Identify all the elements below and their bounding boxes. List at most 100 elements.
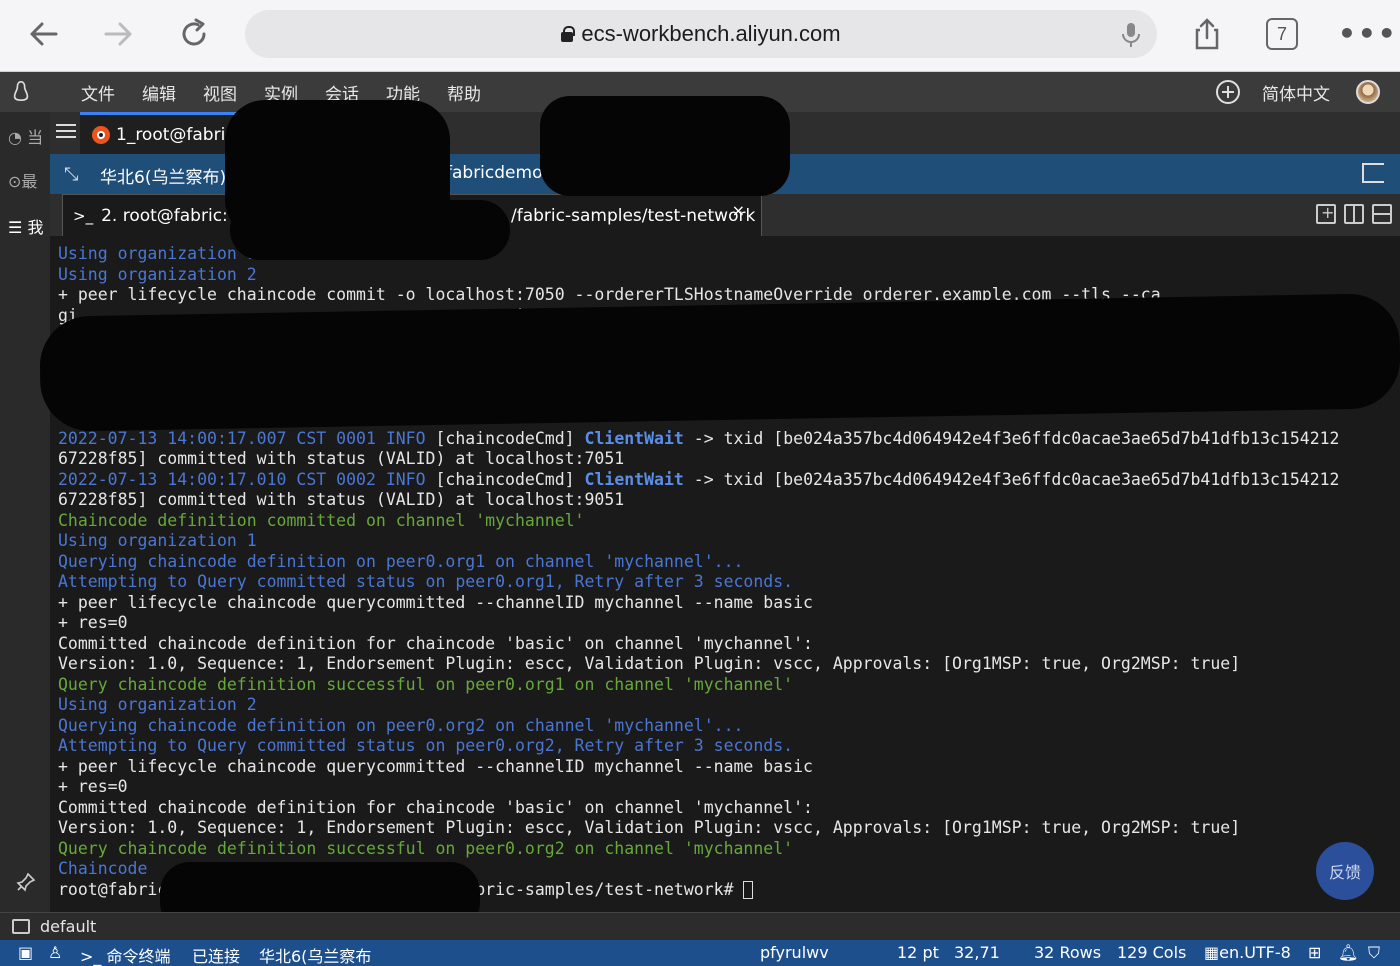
sidebar-item-label: 最: [21, 172, 38, 191]
sidebar-item-label: 我: [27, 218, 44, 237]
split-horizontal-icon[interactable]: [1372, 204, 1392, 224]
terminal-text: Using organization 2: [58, 264, 257, 284]
terminal-line: Version: 1.0, Sequence: 1, Endorsement P…: [58, 654, 1340, 675]
exit-icon[interactable]: [1362, 163, 1384, 183]
language-selector[interactable]: 简体中文: [1262, 80, 1330, 105]
forward-button[interactable]: [98, 14, 138, 54]
terminal-line: 2022-07-13 14:00:17.010 CST 0002 INFO [c…: [58, 470, 1340, 491]
close-icon[interactable]: ×: [732, 201, 745, 220]
split-vertical-icon[interactable]: [1344, 204, 1364, 224]
instance-name: fabricdemo: [446, 163, 543, 183]
session-tab-label: 1_root@fabric: [116, 124, 235, 145]
terminal-segment: ClientWait: [584, 469, 684, 489]
sidebar-item-current[interactable]: ◔ 当: [8, 124, 50, 148]
back-arrow-icon: [30, 22, 58, 46]
new-pane-icon[interactable]: [1316, 203, 1336, 224]
shell-prompt: root@fabric: [58, 879, 168, 899]
terminal-text: Attempting to Query committed status on …: [58, 572, 794, 591]
terminal-text: Committed chaincode definition for chain…: [58, 633, 813, 653]
terminal-line: Query chaincode definition successful on…: [58, 839, 1340, 860]
split-controls: [1316, 203, 1392, 224]
grid-icon[interactable]: ⊞: [1308, 943, 1321, 962]
fullscreen-icon[interactable]: ⤡: [64, 164, 78, 185]
chat-icon: ⊙: [8, 172, 22, 191]
terminal-text: Using organization 2: [58, 695, 257, 714]
terminal-text: Query chaincode definition successful on…: [58, 838, 794, 858]
reload-icon: [182, 18, 206, 46]
microphone-icon[interactable]: [1119, 22, 1143, 48]
url-text: ecs-workbench.aliyun.com: [581, 21, 841, 46]
terminal-segment: [chaincodeCmd]: [435, 428, 585, 448]
lock-icon: [561, 26, 576, 42]
terminal-text: + res=0: [58, 613, 128, 632]
cursor-position: 32,71: [954, 943, 1000, 962]
status-bar: ▣ ♙ >_ 命令终端 已连接 华北6(乌兰察布 pfyrulwv 12 pt …: [0, 940, 1400, 966]
terminal-tab-label: 2. root@fabric:: [101, 205, 228, 226]
clock-icon: ◔: [8, 128, 22, 147]
host-status: pfyrulwv: [760, 943, 829, 962]
forward-arrow-icon: [104, 22, 132, 46]
terminal-segment: -> txid [be024a357bc4d064942e4f3e6ffdc0a…: [683, 428, 1340, 448]
tab-count-button[interactable]: 7: [1266, 18, 1298, 50]
menu-view[interactable]: 视图: [203, 80, 237, 105]
terminal-text: 67228f85] committed with status (VALID) …: [58, 490, 625, 509]
share-icon: [1195, 18, 1219, 50]
share-button[interactable]: [1187, 14, 1227, 54]
menu-help[interactable]: 帮助: [447, 80, 481, 105]
terminal-segment: [chaincodeCmd]: [435, 469, 585, 489]
address-bar[interactable]: ecs-workbench.aliyun.com: [245, 10, 1157, 58]
terminal-line: + peer lifecycle chaincode querycommitte…: [58, 757, 1340, 778]
terminal-line: + res=0: [58, 613, 1340, 634]
instance-region: 华北6(乌兰察布): [100, 168, 227, 188]
terminal-text: Query chaincode definition successful on…: [58, 674, 794, 694]
terminal-line: Committed chaincode definition for chain…: [58, 634, 1340, 655]
back-button[interactable]: [24, 14, 64, 54]
terminal-line: Attempting to Query committed status on …: [58, 572, 1340, 593]
profile-label[interactable]: default: [40, 917, 96, 936]
terminal-text: 67228f85] committed with status (VALID) …: [58, 449, 625, 468]
terminal-line: 67228f85] committed with status (VALID) …: [58, 490, 1340, 511]
window-icon[interactable]: ▣: [18, 943, 33, 962]
terminal-text: Attempting to Query committed status on …: [58, 736, 794, 755]
encoding-status[interactable]: ▦en.UTF-8: [1204, 943, 1291, 962]
redaction-mask: [39, 293, 1400, 432]
add-circle-icon[interactable]: [1216, 80, 1240, 104]
terminal-text: + peer lifecycle chaincode querycommitte…: [58, 592, 813, 612]
more-menu-icon[interactable]: •••: [1338, 20, 1398, 48]
ubuntu-icon: [92, 125, 110, 144]
connection-status: 已连接: [192, 947, 241, 966]
sidebar-item-mine[interactable]: ☰ 我: [8, 214, 50, 238]
cols-status: 129 Cols: [1117, 943, 1187, 962]
terminal-segment: ClientWait: [584, 428, 684, 448]
menu-edit[interactable]: 编辑: [142, 80, 176, 105]
terminal-line: Using organization 2: [58, 695, 1340, 716]
terminal-line: Querying chaincode definition on peer0.o…: [58, 552, 1340, 573]
terminal-line: Chaincode definition committed on channe…: [58, 511, 1340, 532]
menu-file[interactable]: 文件: [81, 80, 115, 105]
terminal-text: Version: 1.0, Sequence: 1, Endorsement P…: [58, 818, 1241, 837]
rows-status: 32 Rows: [1034, 943, 1102, 962]
terminal-text: Querying chaincode definition on peer0.o…: [58, 715, 744, 735]
terminal-line: Query chaincode definition successful on…: [58, 675, 1340, 696]
pin-icon[interactable]: [16, 872, 36, 892]
feedback-button[interactable]: 反馈: [1316, 842, 1374, 900]
encoding-icon: ▦: [1204, 943, 1220, 962]
bell-icon[interactable]: 🔔︎: [1338, 943, 1358, 962]
avatar[interactable]: [1356, 80, 1380, 104]
terminal-text: + peer lifecycle chaincode querycommitte…: [58, 756, 813, 776]
terminal-line: 67228f85] committed with status (VALID) …: [58, 449, 1340, 470]
terminal-text: Using organization 1: [58, 244, 257, 263]
terminal-line: 2022-07-13 14:00:17.007 CST 0001 INFO [c…: [58, 429, 1340, 450]
terminal-text: Chaincode: [58, 859, 158, 878]
font-size-status[interactable]: 12 pt: [897, 943, 939, 962]
shirt-icon[interactable]: ⛉: [1368, 943, 1380, 963]
reload-button[interactable]: [174, 14, 214, 54]
terminal-line: Using organization 2: [58, 265, 1340, 286]
list-menu-icon[interactable]: [56, 124, 76, 142]
sidebar-item-label: 当: [27, 128, 44, 147]
terminal-tab-path: /fabric-samples/test-network: [511, 205, 756, 226]
browser-toolbar: ecs-workbench.aliyun.com 7 •••: [0, 0, 1400, 72]
sidebar-item-recent[interactable]: ⊙最: [8, 168, 50, 192]
terminal-status-label: 命令终端: [106, 947, 171, 966]
left-sidebar: ◔ 当 ⊙最 ☰ 我: [0, 112, 50, 912]
